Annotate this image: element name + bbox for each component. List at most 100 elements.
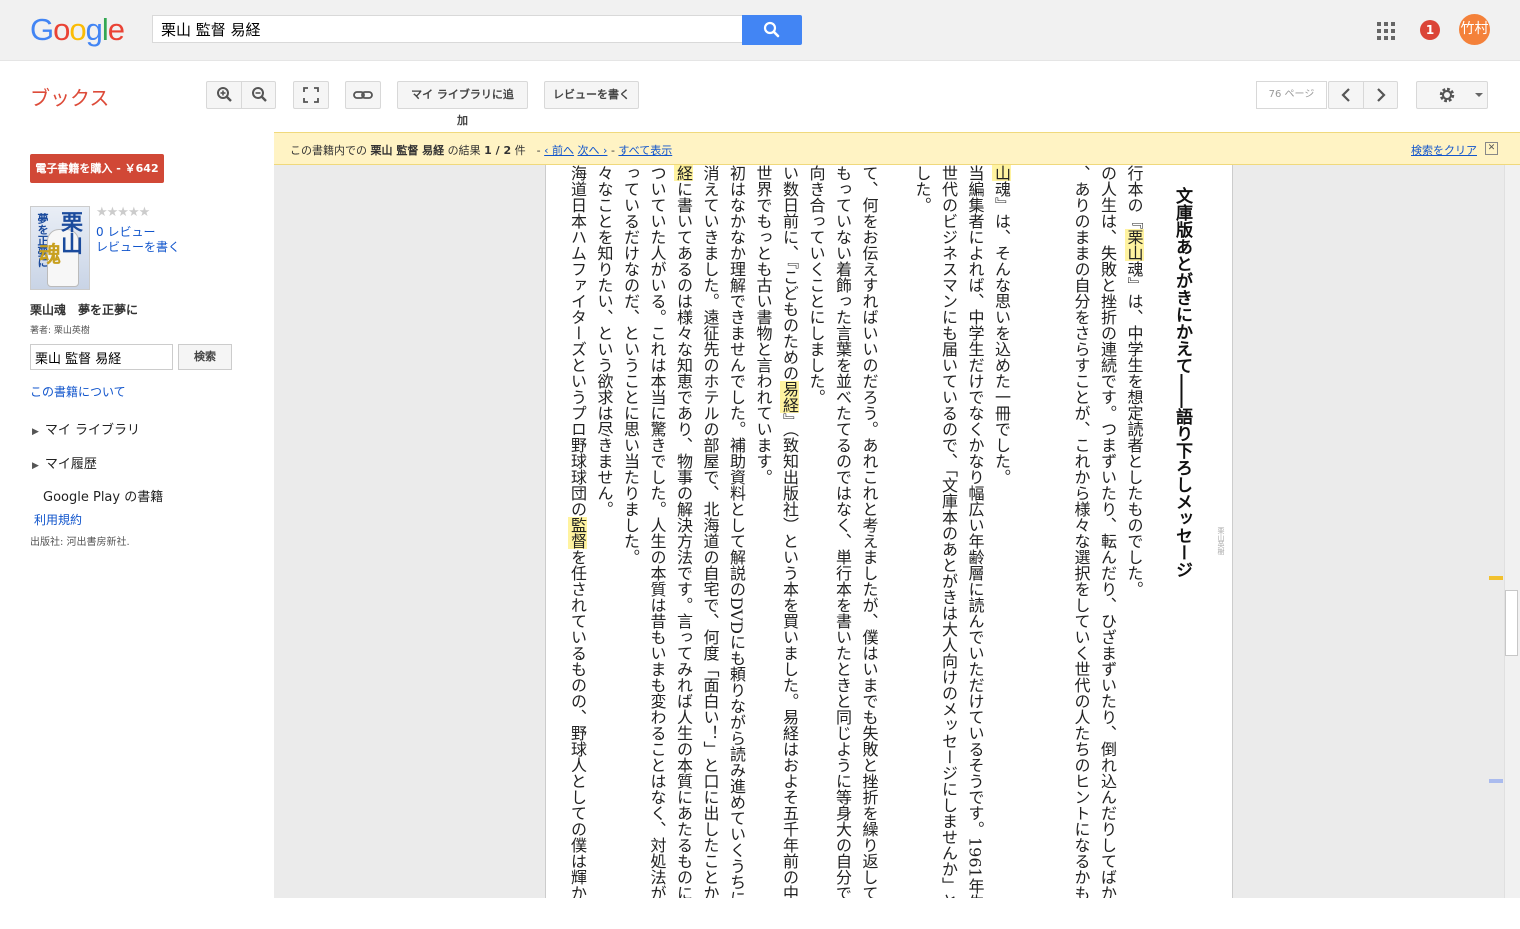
zoom-in-icon[interactable] (207, 82, 241, 108)
column-text: っているだけなのだ、ということに思い当たりました。 (621, 165, 640, 565)
book-author: 著者: 栗山英樹 (30, 326, 90, 336)
column-text: 消えていきました。遠征先のホテルの部屋で、北海道の自宅で、何度「面白い！」と口に… (700, 165, 720, 898)
banner-query: 栗山 監督 易経 (370, 144, 445, 157)
fullscreen-icon (303, 87, 319, 103)
gear-icon (1439, 87, 1455, 103)
text-column: っているだけなのだ、ということに思い当たりました。 (617, 165, 644, 565)
column-text: した。 (912, 165, 932, 213)
banner-text: この書籍内での 栗山 監督 易経 の結果 1 / 2 件 - ‹ 前へ 次へ ›… (290, 144, 673, 157)
column-text: 向き合っていくことにしました。 (806, 165, 826, 405)
search-result-banner: この書籍内での 栗山 監督 易経 の結果 1 / 2 件 - ‹ 前へ 次へ ›… (274, 132, 1520, 165)
cover-text-soul: 魂 (39, 243, 62, 268)
write-review-link[interactable]: レビューを書く (96, 238, 180, 255)
cover-text-main: 栗山 (61, 211, 84, 258)
banner-suffix: 件 - (514, 144, 541, 157)
book-viewer[interactable]: 文庫版あとがきにかえて――語り下ろしメッセージ 栗山英樹 行本の『栗山魂』は、中… (274, 165, 1504, 898)
book-page: 文庫版あとがきにかえて――語り下ろしメッセージ 栗山英樹 行本の『栗山魂』は、中… (545, 165, 1233, 898)
text-column: い数日前に、『こどものための易経』（致知出版社）という本を買いました。易経はおよ… (776, 165, 803, 898)
text-column: 々なことを知りたい、という欲求は尽きません。 (590, 165, 617, 517)
book-cover[interactable]: 夢を正夢に 栗山 魂 (30, 206, 90, 290)
column-text: 世代のビジネスマンにも届いているので、「文庫本のあとがきは大人向けのメッセージに… (939, 165, 958, 898)
publisher: 出版社: 河出書房新社. (30, 537, 130, 548)
link-button[interactable] (345, 81, 381, 109)
column-text: 、ありのままの自分をさらすことが、これから様々な選択をしていく世代の人たちのヒン… (1071, 165, 1091, 898)
show-all-link[interactable]: すべて表示 (618, 144, 672, 157)
logo-letter: e (107, 12, 125, 47)
chevron-right-icon[interactable] (1364, 82, 1398, 108)
text-column: 経に書いてあるのは様々な知恵であり、物事の解決方法です。言ってみれば人生の本質に… (670, 165, 697, 898)
avatar[interactable]: 竹村 (1459, 14, 1490, 45)
text-column: 世代のビジネスマンにも届いているので、「文庫本のあとがきは大人向けのメッセージに… (935, 165, 962, 898)
column-text: て、何をお伝えすればいいのだろう。あれこれと考えましたが、僕はいまでも失敗と挫折… (859, 165, 879, 898)
google-logo[interactable]: Google (30, 12, 125, 48)
column-text: 魂』は、中学生を想定読者としたものでした。 (1124, 261, 1144, 597)
clear-search-link[interactable]: 検索をクリア (1411, 142, 1477, 158)
text-column: 世界でもっとも古い書物と言われています。 (749, 165, 776, 485)
search-highlight: 経 (674, 165, 693, 181)
prev-result-link[interactable]: ‹ 前へ (544, 144, 574, 157)
page-stamp: 栗山英樹 (1217, 527, 1225, 555)
column-text: 当編集者によれば、中学生だけでなくかなり幅広い年齢層に読んでいただけているそうで… (965, 165, 985, 898)
text-column: した。 (908, 165, 935, 213)
zoom-group (206, 81, 276, 109)
my-library-label: マイ ライブラリ (44, 423, 141, 438)
text-column: 行本の『栗山魂』は、中学生を想定読者としたものでした。 (1120, 165, 1147, 597)
search-button[interactable] (742, 15, 802, 45)
column-text: を任されているものの、野球人としての僕は輝かしい (568, 549, 587, 898)
add-to-library-button[interactable]: マイ ライブラリに追加 (397, 81, 528, 127)
text-column: 初はなかなか理解できませんでした。補助資料として解説のDVDにも頼りながら読み進… (723, 165, 750, 898)
column-text: 々なことを知りたい、という欲求は尽きません。 (594, 165, 614, 517)
column-text: もっていない着飾った言葉を並べたてるのではなく、単行本を書いたときと同じように等… (833, 165, 852, 898)
column-text: に書いてあるのは様々な知恵であり、物事の解決方法です。言ってみれば人生の本質にあ… (674, 181, 693, 898)
text-column: ついていた人がいる。これは本当に驚きでした。人生の本質は昔もいまも変わることはな… (643, 165, 670, 898)
search-input[interactable] (152, 15, 742, 43)
text-column: 当編集者によれば、中学生だけでなくかなり幅広い年齢層に読んでいただけているそうで… (961, 165, 988, 898)
top-bar: Google 1 竹村 (0, 0, 1520, 61)
fullscreen-button[interactable] (293, 81, 329, 109)
text-column: 海道日本ハムファイターズというプロ野球球団の監督を任されているものの、野球人とし… (564, 165, 591, 898)
my-library-item[interactable]: ▶ マイ ライブラリ (32, 419, 140, 438)
scrollbar[interactable] (1504, 165, 1520, 898)
books-title[interactable]: ブックス (30, 82, 109, 111)
about-book-link[interactable]: この書籍について (30, 383, 126, 400)
column-text: 』（致知出版社）という本を買いました。易経はおよそ五千年前の中国で (780, 413, 799, 898)
page-nav-group (1328, 81, 1398, 109)
logo-letter: o (53, 12, 70, 47)
banner-count: 1 / 2 (484, 144, 512, 157)
buy-ebook-button[interactable]: 電子書籍を購入 - ￥642 (30, 154, 164, 183)
my-history-item[interactable]: ▶ マイ履歴 (32, 453, 97, 472)
column-text: ついていた人がいる。これは本当に驚きでした。人生の本質は昔もいまも変わることはな… (647, 165, 667, 898)
in-book-search-input[interactable] (30, 344, 173, 370)
text-column: 向き合っていくことにしました。 (802, 165, 829, 405)
search-icon (763, 21, 780, 38)
write-review-button[interactable]: レビューを書く (544, 81, 639, 109)
column-text: い数日前に、『こどものための (780, 165, 799, 381)
column-text: 初はなかなか理解できませんでした。補助資料として解説のDVDにも頼りながら読み進… (727, 165, 746, 898)
banner-middle: の結果 (447, 144, 481, 157)
settings-button[interactable] (1416, 81, 1488, 109)
triangle-right-icon: ▶ (32, 427, 39, 437)
text-column: もっていない着飾った言葉を並べたてるのではなく、単行本を書いたときと同じように等… (829, 165, 856, 898)
text-column: て、何をお伝えすればいいのだろう。あれこれと考えましたが、僕はいまでも失敗と挫折… (855, 165, 882, 898)
logo-letter: g (85, 12, 103, 47)
zoom-out-icon[interactable] (242, 82, 276, 108)
logo-letter: G (30, 12, 54, 47)
page-indicator[interactable]: 76 ページ (1256, 81, 1327, 109)
in-book-search-button[interactable]: 検索 (178, 344, 232, 370)
search-hit-marker[interactable] (1489, 576, 1503, 580)
chapter-title: 文庫版あとがきにかえて――語り下ろしメッセージ (1172, 187, 1192, 578)
scrollbar-thumb[interactable] (1505, 590, 1518, 656)
next-result-link[interactable]: 次へ › (578, 144, 608, 157)
notification-badge[interactable]: 1 (1420, 20, 1440, 40)
column-text: 行本の『 (1124, 165, 1144, 229)
chevron-left-icon[interactable] (1329, 82, 1363, 108)
play-books-link[interactable]: Google Play の書籍 (43, 486, 163, 505)
chevron-down-icon (1475, 93, 1483, 97)
apps-grid-icon[interactable] (1377, 22, 1395, 40)
column-text: 世界でもっとも古い書物と言われています。 (753, 165, 773, 485)
search-highlight: 栗山 (1124, 229, 1144, 261)
terms-link[interactable]: 利用規約 (34, 511, 82, 528)
search-highlight: 易経 (780, 381, 799, 413)
text-column: 消えていきました。遠征先のホテルの部屋で、北海道の自宅で、何度「面白い！」と口に… (696, 165, 723, 898)
close-icon[interactable]: ✕ (1485, 142, 1498, 155)
